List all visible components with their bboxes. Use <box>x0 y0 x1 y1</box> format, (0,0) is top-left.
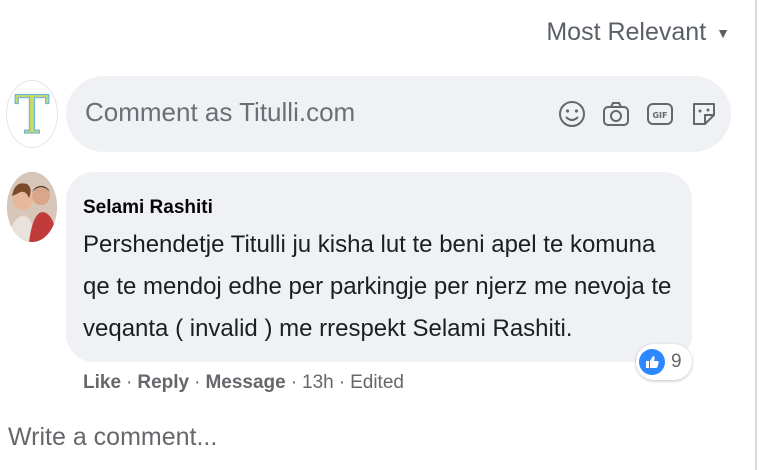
comment-text: Pershendetje Titulli ju kisha lut te ben… <box>83 231 672 342</box>
camera-icon[interactable] <box>600 98 632 130</box>
comment-input[interactable] <box>83 96 537 129</box>
write-comment-input[interactable] <box>6 422 510 453</box>
comment-timestamp[interactable]: 13h <box>302 372 334 394</box>
separator: · <box>290 372 298 393</box>
page-avatar-letter: T <box>15 86 50 146</box>
comment-author[interactable]: Selami Rashiti <box>83 197 213 219</box>
message-button[interactable]: Message <box>205 372 285 394</box>
like-button[interactable]: Like <box>83 372 121 394</box>
emoji-icon[interactable] <box>556 98 588 130</box>
gif-icon[interactable]: GIF <box>644 98 676 130</box>
commenter-avatar[interactable] <box>7 172 57 242</box>
reply-button[interactable]: Reply <box>137 372 189 394</box>
panel-edge <box>755 0 757 470</box>
separator: · <box>126 372 133 393</box>
gif-icon-text: GIF <box>652 111 667 120</box>
reaction-summary[interactable]: 9 <box>636 344 692 380</box>
comment-composer[interactable]: GIF <box>66 76 731 152</box>
edited-label[interactable]: Edited <box>350 372 404 394</box>
separator: · <box>338 372 346 393</box>
comment-bubble: Selami Rashiti Pershendetje Titulli ju k… <box>66 172 692 362</box>
page-avatar[interactable]: T <box>6 80 58 148</box>
sort-dropdown[interactable]: Most Relevant ▼ <box>546 18 730 47</box>
comment-actions: Like · Reply · Message · 13h · Edited <box>83 372 404 394</box>
like-icon <box>639 349 665 375</box>
sticker-icon[interactable] <box>688 98 720 130</box>
separator: · <box>194 372 201 393</box>
reaction-count: 9 <box>671 351 682 372</box>
caret-down-icon: ▼ <box>716 24 730 41</box>
sort-label: Most Relevant <box>546 18 707 46</box>
